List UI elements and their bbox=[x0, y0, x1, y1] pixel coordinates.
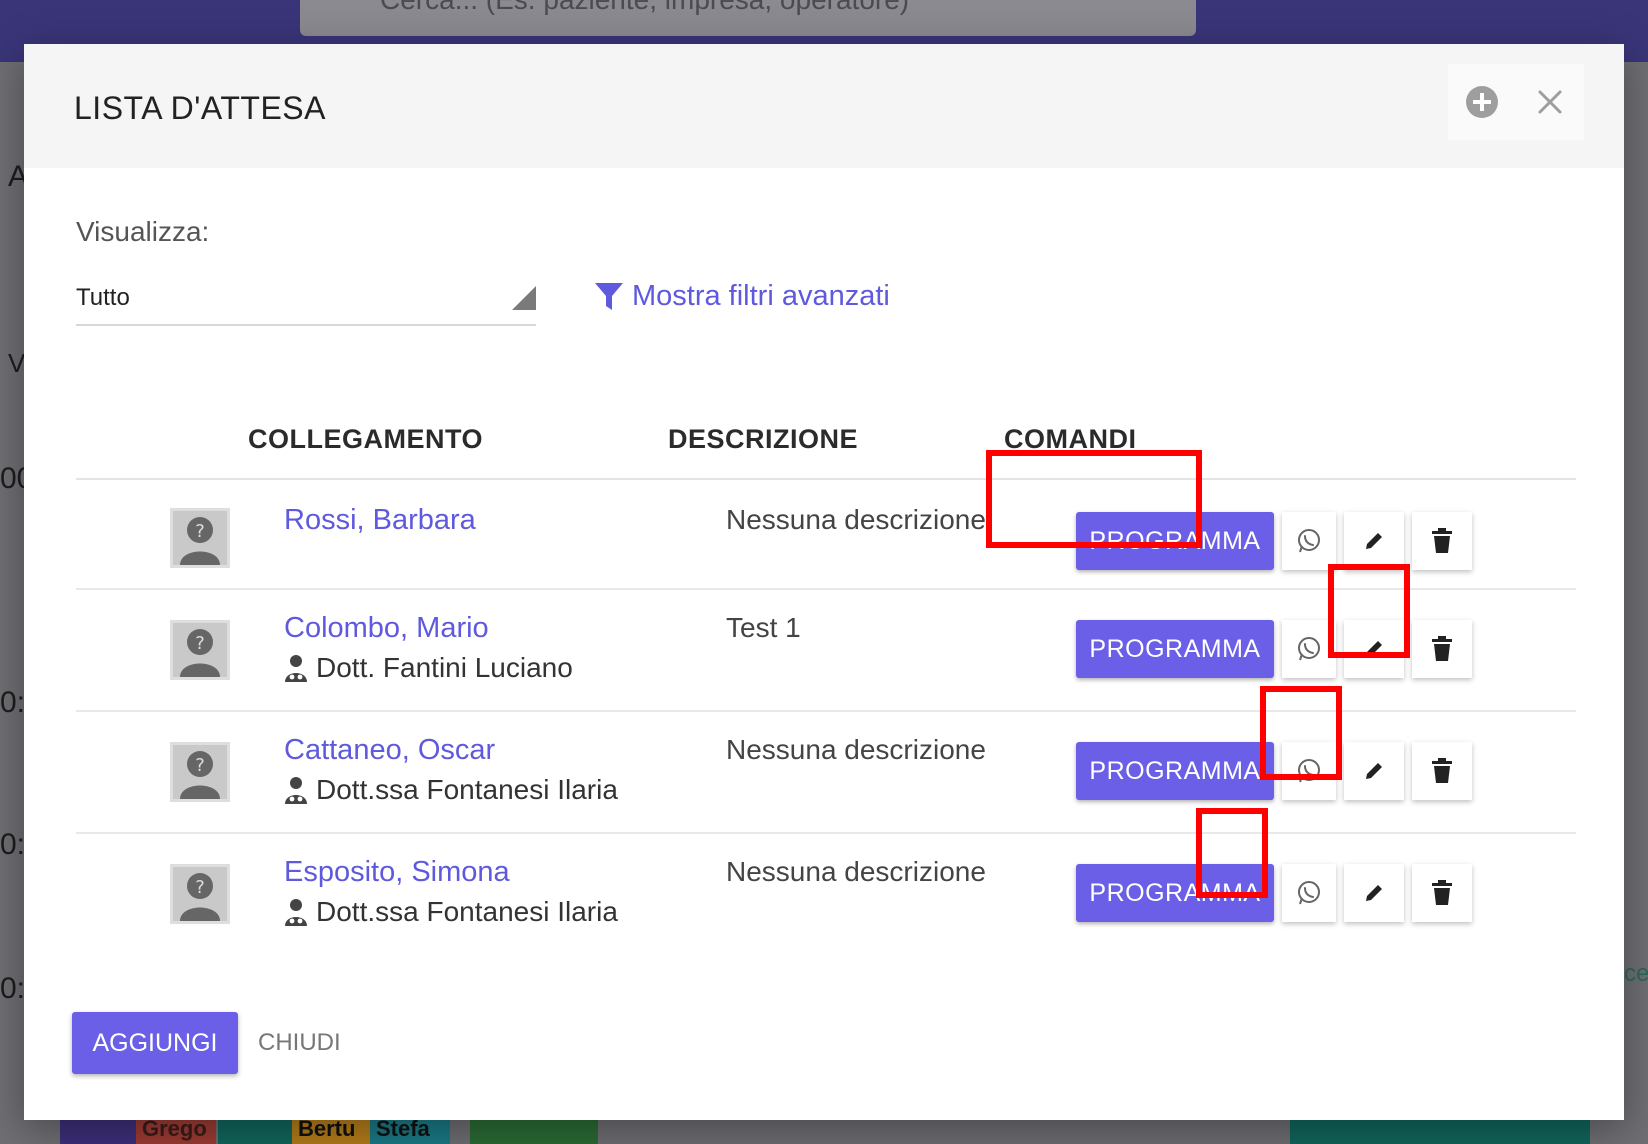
program-button[interactable]: PROGRAMMA bbox=[1076, 620, 1274, 678]
plus-circle-icon[interactable] bbox=[1462, 82, 1502, 122]
bg-fragment-right: ce bbox=[1624, 960, 1648, 987]
pencil-icon bbox=[1366, 533, 1382, 549]
table-row: ? Colombo, Mario Dott. Fantini Luciano T… bbox=[76, 590, 1576, 712]
whatsapp-icon bbox=[1298, 529, 1320, 553]
table-row: ? Rossi, Barbara Nessuna descrizione PRO… bbox=[76, 482, 1576, 590]
filter-icon bbox=[595, 282, 623, 310]
doctor-icon bbox=[285, 899, 307, 926]
edit-button[interactable] bbox=[1344, 864, 1404, 922]
row-doctor: Dott. Fantini Luciano bbox=[284, 652, 573, 684]
patient-name-link[interactable]: Esposito, Simona bbox=[284, 856, 510, 889]
pencil-icon bbox=[1366, 885, 1382, 901]
doctor-name: Dott.ssa Fontanesi Ilaria bbox=[316, 774, 618, 805]
column-header-collegamento: COLLEGAMENTO bbox=[248, 424, 483, 454]
whatsapp-icon bbox=[1298, 759, 1320, 783]
doctor-name: Dott.ssa Fontanesi Ilaria bbox=[316, 896, 618, 927]
delete-button[interactable] bbox=[1412, 620, 1472, 678]
bg-calendar-chip: Grego bbox=[136, 1116, 216, 1144]
bg-calendar-chip: Bertu bbox=[292, 1116, 370, 1144]
whatsapp-icon bbox=[1298, 637, 1320, 661]
close-button[interactable]: CHIUDI bbox=[258, 1012, 341, 1074]
delete-button[interactable] bbox=[1412, 512, 1472, 570]
whatsapp-icon bbox=[1298, 881, 1320, 905]
doctor-name: Dott. Fantini Luciano bbox=[316, 652, 573, 683]
advanced-filters-label: Mostra filtri avanzati bbox=[632, 280, 890, 312]
table-header: COLLEGAMENTO DESCRIZIONE COMANDI bbox=[76, 414, 1576, 480]
doctor-icon bbox=[285, 655, 307, 682]
trash-icon bbox=[1432, 636, 1452, 661]
trash-icon bbox=[1432, 528, 1452, 553]
table-row: ? Cattaneo, Oscar Dott.ssa Fontanesi Ila… bbox=[76, 712, 1576, 834]
svg-text:?: ? bbox=[195, 521, 205, 542]
avatar-placeholder-icon: ? bbox=[170, 508, 230, 568]
program-button[interactable]: PROGRAMMA bbox=[1076, 742, 1274, 800]
whatsapp-button[interactable] bbox=[1282, 512, 1336, 570]
whatsapp-button[interactable] bbox=[1282, 620, 1336, 678]
row-description: Test 1 bbox=[726, 612, 801, 643]
program-button[interactable]: PROGRAMMA bbox=[1076, 864, 1274, 922]
row-doctor: Dott.ssa Fontanesi Ilaria bbox=[284, 896, 618, 928]
waiting-list-dialog: LISTA D'ATTESA Visualizza: Tutto Mostra … bbox=[24, 44, 1624, 1120]
column-header-comandi: COMANDI bbox=[1004, 424, 1137, 454]
svg-text:?: ? bbox=[195, 755, 205, 776]
trash-icon bbox=[1432, 758, 1452, 783]
patient-name-link[interactable]: Rossi, Barbara bbox=[284, 504, 476, 537]
whatsapp-button[interactable] bbox=[1282, 742, 1336, 800]
app-search-input: Cerca... (Es. paziente, impresa, operato… bbox=[300, 0, 1196, 36]
row-doctor: Dott.ssa Fontanesi Ilaria bbox=[284, 774, 618, 806]
svg-text:?: ? bbox=[195, 877, 205, 898]
patient-name-link[interactable]: Colombo, Mario bbox=[284, 612, 489, 645]
view-select-value: Tutto bbox=[76, 284, 130, 311]
pencil-icon bbox=[1366, 763, 1382, 779]
avatar-placeholder-icon: ? bbox=[170, 864, 230, 924]
program-button[interactable]: PROGRAMMA bbox=[1076, 512, 1274, 570]
edit-button[interactable] bbox=[1344, 512, 1404, 570]
delete-button[interactable] bbox=[1412, 742, 1472, 800]
table-row: ? Esposito, Simona Dott.ssa Fontanesi Il… bbox=[76, 834, 1576, 956]
avatar-placeholder-icon: ? bbox=[170, 742, 230, 802]
row-description: Nessuna descrizione bbox=[726, 856, 986, 887]
trash-icon bbox=[1432, 880, 1452, 905]
column-header-descrizione: DESCRIZIONE bbox=[668, 424, 859, 454]
view-select[interactable]: Tutto bbox=[76, 274, 536, 326]
avatar-placeholder-icon: ? bbox=[170, 620, 230, 680]
bg-fragment-2: V bbox=[8, 348, 26, 378]
svg-text:?: ? bbox=[195, 633, 205, 654]
delete-button[interactable] bbox=[1412, 864, 1472, 922]
advanced-filters-link[interactable]: Mostra filtri avanzati bbox=[594, 280, 890, 313]
pencil-icon bbox=[1366, 641, 1382, 657]
patient-name-link[interactable]: Cattaneo, Oscar bbox=[284, 734, 495, 767]
bg-calendar-chip: Stefa bbox=[370, 1116, 450, 1144]
row-description: Nessuna descrizione bbox=[726, 734, 986, 765]
view-label: Visualizza: bbox=[76, 216, 210, 247]
edit-button[interactable] bbox=[1344, 742, 1404, 800]
dialog-header: LISTA D'ATTESA bbox=[24, 44, 1624, 168]
select-arrow-icon bbox=[512, 286, 536, 310]
doctor-icon bbox=[285, 777, 307, 804]
close-icon[interactable] bbox=[1530, 82, 1570, 122]
edit-button[interactable] bbox=[1344, 620, 1404, 678]
header-actions bbox=[1448, 64, 1584, 140]
add-button[interactable]: AGGIUNGI bbox=[72, 1012, 238, 1074]
row-description: Nessuna descrizione bbox=[726, 504, 986, 535]
dialog-title: LISTA D'ATTESA bbox=[74, 90, 326, 126]
whatsapp-button[interactable] bbox=[1282, 864, 1336, 922]
